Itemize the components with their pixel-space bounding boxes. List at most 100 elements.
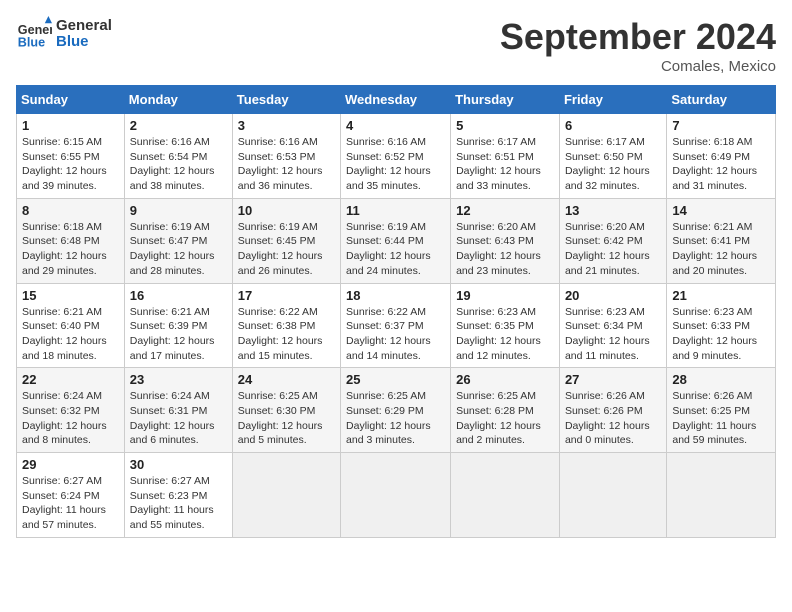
- table-row: 11 Sunrise: 6:19 AMSunset: 6:44 PMDayligh…: [341, 198, 451, 283]
- day-number: 12: [456, 203, 554, 218]
- day-info: Sunrise: 6:18 AMSunset: 6:49 PMDaylight:…: [672, 136, 757, 192]
- table-row: 6 Sunrise: 6:17 AMSunset: 6:50 PMDaylight…: [559, 114, 666, 199]
- table-row: 1 Sunrise: 6:15 AMSunset: 6:55 PMDaylight…: [17, 114, 125, 199]
- table-row: 29Sunrise: 6:27 AMSunset: 6:24 PMDayligh…: [17, 453, 125, 538]
- table-row: [667, 453, 776, 538]
- calendar-week-2: 8 Sunrise: 6:18 AMSunset: 6:48 PMDaylight…: [17, 198, 776, 283]
- day-number: 17: [238, 288, 335, 303]
- page-header: General Blue General Blue September 2024…: [16, 16, 776, 75]
- day-info: Sunrise: 6:17 AMSunset: 6:50 PMDaylight:…: [565, 136, 650, 192]
- day-info: Sunrise: 6:18 AMSunset: 6:48 PMDaylight:…: [22, 221, 107, 277]
- col-tuesday: Tuesday: [232, 86, 340, 114]
- day-info: Sunrise: 6:23 AMSunset: 6:34 PMDaylight:…: [565, 306, 650, 362]
- day-info: Sunrise: 6:23 AMSunset: 6:35 PMDaylight:…: [456, 306, 541, 362]
- day-info: Sunrise: 6:24 AMSunset: 6:31 PMDaylight:…: [130, 390, 215, 446]
- day-info: Sunrise: 6:25 AMSunset: 6:29 PMDaylight:…: [346, 390, 431, 446]
- table-row: 12Sunrise: 6:20 AMSunset: 6:43 PMDayligh…: [451, 198, 560, 283]
- day-info: Sunrise: 6:25 AMSunset: 6:28 PMDaylight:…: [456, 390, 541, 446]
- month-title: September 2024: [500, 16, 776, 58]
- table-row: [232, 453, 340, 538]
- calendar-week-5: 29Sunrise: 6:27 AMSunset: 6:24 PMDayligh…: [17, 453, 776, 538]
- day-number: 6: [565, 118, 661, 133]
- day-number: 26: [456, 372, 554, 387]
- day-number: 4: [346, 118, 445, 133]
- day-number: 3: [238, 118, 335, 133]
- day-number: 29: [22, 457, 119, 472]
- day-number: 23: [130, 372, 227, 387]
- table-row: [341, 453, 451, 538]
- day-info: Sunrise: 6:20 AMSunset: 6:42 PMDaylight:…: [565, 221, 650, 277]
- day-number: 24: [238, 372, 335, 387]
- title-area: September 2024 Comales, Mexico: [500, 16, 776, 75]
- table-row: 27 Sunrise: 6:26 AMSunset: 6:26 PMDayligh…: [559, 368, 666, 453]
- svg-text:Blue: Blue: [18, 36, 45, 50]
- table-row: 9Sunrise: 6:19 AMSunset: 6:47 PMDaylight…: [124, 198, 232, 283]
- day-number: 20: [565, 288, 661, 303]
- calendar-table: Sunday Monday Tuesday Wednesday Thursday…: [16, 85, 776, 538]
- table-row: [451, 453, 560, 538]
- day-info: Sunrise: 6:17 AMSunset: 6:51 PMDaylight:…: [456, 136, 541, 192]
- day-info: Sunrise: 6:25 AMSunset: 6:30 PMDaylight:…: [238, 390, 323, 446]
- logo-icon: General Blue: [16, 16, 52, 52]
- logo-text-blue: Blue: [56, 34, 112, 51]
- day-number: 21: [672, 288, 770, 303]
- day-number: 30: [130, 457, 227, 472]
- day-number: 14: [672, 203, 770, 218]
- day-number: 10: [238, 203, 335, 218]
- day-info: Sunrise: 6:26 AMSunset: 6:26 PMDaylight:…: [565, 390, 650, 446]
- day-number: 8: [22, 203, 119, 218]
- day-info: Sunrise: 6:15 AMSunset: 6:55 PMDaylight:…: [22, 136, 107, 192]
- table-row: 22 Sunrise: 6:24 AMSunset: 6:32 PMDayligh…: [17, 368, 125, 453]
- day-info: Sunrise: 6:27 AMSunset: 6:23 PMDaylight:…: [130, 475, 214, 531]
- day-info: Sunrise: 6:21 AMSunset: 6:39 PMDaylight:…: [130, 306, 215, 362]
- table-row: 3 Sunrise: 6:16 AMSunset: 6:53 PMDaylight…: [232, 114, 340, 199]
- day-number: 5: [456, 118, 554, 133]
- day-number: 11: [346, 203, 445, 218]
- table-row: 14 Sunrise: 6:21 AMSunset: 6:41 PMDayligh…: [667, 198, 776, 283]
- day-info: Sunrise: 6:22 AMSunset: 6:37 PMDaylight:…: [346, 306, 431, 362]
- col-friday: Friday: [559, 86, 666, 114]
- day-number: 1: [22, 118, 119, 133]
- table-row: 15 Sunrise: 6:21 AMSunset: 6:40 PMDayligh…: [17, 283, 125, 368]
- table-row: 23 Sunrise: 6:24 AMSunset: 6:31 PMDayligh…: [124, 368, 232, 453]
- day-number: 27: [565, 372, 661, 387]
- col-saturday: Saturday: [667, 86, 776, 114]
- table-row: 25 Sunrise: 6:25 AMSunset: 6:29 PMDayligh…: [341, 368, 451, 453]
- table-row: 13 Sunrise: 6:20 AMSunset: 6:42 PMDayligh…: [559, 198, 666, 283]
- day-info: Sunrise: 6:16 AMSunset: 6:54 PMDaylight:…: [130, 136, 215, 192]
- day-info: Sunrise: 6:16 AMSunset: 6:53 PMDaylight:…: [238, 136, 323, 192]
- day-info: Sunrise: 6:19 AMSunset: 6:44 PMDaylight:…: [346, 221, 431, 277]
- day-number: 18: [346, 288, 445, 303]
- table-row: 28Sunrise: 6:26 AMSunset: 6:25 PMDayligh…: [667, 368, 776, 453]
- table-row: 26 Sunrise: 6:25 AMSunset: 6:28 PMDayligh…: [451, 368, 560, 453]
- day-info: Sunrise: 6:21 AMSunset: 6:41 PMDaylight:…: [672, 221, 757, 277]
- day-info: Sunrise: 6:16 AMSunset: 6:52 PMDaylight:…: [346, 136, 431, 192]
- day-number: 22: [22, 372, 119, 387]
- table-row: 19Sunrise: 6:23 AMSunset: 6:35 PMDayligh…: [451, 283, 560, 368]
- table-row: 30 Sunrise: 6:27 AMSunset: 6:23 PMDayligh…: [124, 453, 232, 538]
- table-row: 21 Sunrise: 6:23 AMSunset: 6:33 PMDayligh…: [667, 283, 776, 368]
- table-row: 16 Sunrise: 6:21 AMSunset: 6:39 PMDayligh…: [124, 283, 232, 368]
- calendar-week-4: 22 Sunrise: 6:24 AMSunset: 6:32 PMDayligh…: [17, 368, 776, 453]
- table-row: 4 Sunrise: 6:16 AMSunset: 6:52 PMDaylight…: [341, 114, 451, 199]
- table-row: 7Sunrise: 6:18 AMSunset: 6:49 PMDaylight…: [667, 114, 776, 199]
- day-number: 25: [346, 372, 445, 387]
- day-number: 15: [22, 288, 119, 303]
- day-info: Sunrise: 6:19 AMSunset: 6:45 PMDaylight:…: [238, 221, 323, 277]
- day-number: 16: [130, 288, 227, 303]
- day-info: Sunrise: 6:23 AMSunset: 6:33 PMDaylight:…: [672, 306, 757, 362]
- day-info: Sunrise: 6:24 AMSunset: 6:32 PMDaylight:…: [22, 390, 107, 446]
- col-thursday: Thursday: [451, 86, 560, 114]
- col-wednesday: Wednesday: [341, 86, 451, 114]
- calendar-header-row: Sunday Monday Tuesday Wednesday Thursday…: [17, 86, 776, 114]
- day-number: 13: [565, 203, 661, 218]
- table-row: 10 Sunrise: 6:19 AMSunset: 6:45 PMDayligh…: [232, 198, 340, 283]
- table-row: 24 Sunrise: 6:25 AMSunset: 6:30 PMDayligh…: [232, 368, 340, 453]
- table-row: 2 Sunrise: 6:16 AMSunset: 6:54 PMDaylight…: [124, 114, 232, 199]
- col-monday: Monday: [124, 86, 232, 114]
- logo-text-general: General: [56, 18, 112, 35]
- day-info: Sunrise: 6:21 AMSunset: 6:40 PMDaylight:…: [22, 306, 107, 362]
- day-number: 2: [130, 118, 227, 133]
- calendar-week-1: 1 Sunrise: 6:15 AMSunset: 6:55 PMDaylight…: [17, 114, 776, 199]
- day-info: Sunrise: 6:26 AMSunset: 6:25 PMDaylight:…: [672, 390, 756, 446]
